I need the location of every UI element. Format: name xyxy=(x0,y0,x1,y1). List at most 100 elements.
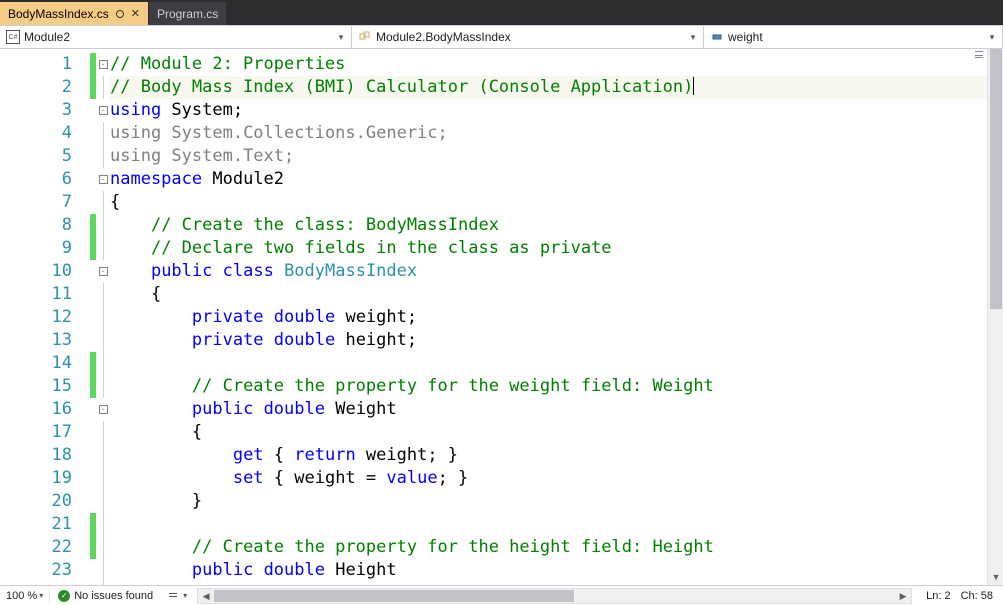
code-line[interactable]: { xyxy=(110,421,1003,444)
tab-inactive[interactable]: Program.cs xyxy=(148,2,226,25)
code-line[interactable]: private double height; xyxy=(110,329,1003,352)
fold-cell xyxy=(96,490,110,513)
line-number: 3 xyxy=(0,99,90,122)
code-line[interactable]: set { weight = value; } xyxy=(110,467,1003,490)
line-number: 7 xyxy=(0,191,90,214)
line-number: 21 xyxy=(0,513,90,536)
line-number: 2 xyxy=(0,76,90,99)
fold-cell xyxy=(96,237,110,260)
pin-icon[interactable] xyxy=(115,9,125,19)
line-number: 13 xyxy=(0,329,90,352)
code-line[interactable]: public class BodyMassIndex xyxy=(110,260,1003,283)
line-number: 17 xyxy=(0,421,90,444)
code-line[interactable]: { xyxy=(110,283,1003,306)
close-icon[interactable]: ✕ xyxy=(131,7,140,20)
zoom-dropdown[interactable]: 100 % ▾ xyxy=(0,590,50,602)
line-number: 14 xyxy=(0,352,90,375)
code-line[interactable]: // Create the property for the height fi… xyxy=(110,536,1003,559)
class-icon xyxy=(358,30,372,44)
line-number: 11 xyxy=(0,283,90,306)
line-number: 23 xyxy=(0,559,90,582)
navigation-bar: C# Module2 ▾ Module2.BodyMassIndex ▾ wei… xyxy=(0,25,1003,49)
code-line[interactable]: { xyxy=(110,191,1003,214)
settings-icon xyxy=(167,590,181,602)
line-number: 1 xyxy=(0,53,90,76)
fold-cell xyxy=(96,421,110,444)
fold-toggle-icon[interactable]: - xyxy=(99,106,108,115)
fold-cell[interactable]: - xyxy=(96,99,110,122)
fold-cell[interactable]: - xyxy=(96,53,110,76)
code-line[interactable]: using System.Text; xyxy=(110,145,1003,168)
nav-scope-dropdown[interactable]: C# Module2 ▾ xyxy=(0,26,352,48)
code-line[interactable]: ʃ xyxy=(110,582,1003,585)
line-number: 18 xyxy=(0,444,90,467)
project-icon: C# xyxy=(6,30,20,44)
fold-cell[interactable]: - xyxy=(96,168,110,191)
fold-toggle-icon[interactable]: - xyxy=(99,267,108,276)
chevron-down-icon: ▾ xyxy=(689,32,697,43)
line-number: 19 xyxy=(0,467,90,490)
fold-cell xyxy=(96,559,110,582)
field-icon xyxy=(710,30,724,44)
code-area[interactable]: // Module 2: Properties// Body Mass Inde… xyxy=(110,49,1003,585)
code-line[interactable]: get { return weight; } xyxy=(110,444,1003,467)
code-line[interactable]: // Create the class: BodyMassIndex xyxy=(110,214,1003,237)
code-line[interactable]: // Create the property for the weight fi… xyxy=(110,375,1003,398)
chevron-down-icon: ▾ xyxy=(988,32,996,43)
fold-toggle-icon[interactable]: - xyxy=(99,405,108,414)
split-handle-icon[interactable] xyxy=(973,49,987,61)
fold-cell xyxy=(96,444,110,467)
line-number: 10 xyxy=(0,260,90,283)
fold-cell xyxy=(96,306,110,329)
code-editor[interactable]: 123456789101112131415161718192021222324 … xyxy=(0,49,1003,585)
scroll-thumb[interactable] xyxy=(214,590,574,602)
code-line[interactable]: using System; xyxy=(110,99,1003,122)
code-line[interactable]: public double Height xyxy=(110,559,1003,582)
line-number: 4 xyxy=(0,122,90,145)
code-line[interactable]: // Body Mass Index (BMI) Calculator (Con… xyxy=(110,76,1003,99)
scroll-right-icon[interactable]: ▶ xyxy=(895,589,911,603)
caret-position: Ln: 2 Ch: 58 xyxy=(916,590,1003,602)
code-line[interactable] xyxy=(110,352,1003,375)
tab-label: BodyMassIndex.cs xyxy=(8,7,109,21)
line-number: 9 xyxy=(0,237,90,260)
vertical-scrollbar[interactable]: ▲ ▼ xyxy=(987,49,1003,585)
fold-cell xyxy=(96,352,110,375)
code-line[interactable]: private double weight; xyxy=(110,306,1003,329)
tab-active[interactable]: BodyMassIndex.cs ✕ xyxy=(0,2,148,25)
scroll-down-icon[interactable]: ▼ xyxy=(988,569,1003,585)
chevron-down-icon: ▾ xyxy=(337,32,345,43)
line-number: 12 xyxy=(0,306,90,329)
code-line[interactable]: using System.Collections.Generic; xyxy=(110,122,1003,145)
line-number: 22 xyxy=(0,536,90,559)
fold-cell xyxy=(96,214,110,237)
health-text: No issues found xyxy=(74,590,153,602)
text-caret xyxy=(693,77,694,95)
code-line[interactable]: // Module 2: Properties xyxy=(110,53,1003,76)
error-settings[interactable]: ▾ xyxy=(161,590,193,602)
fold-cell[interactable]: - xyxy=(96,398,110,421)
status-bar: 100 % ▾ ✓ No issues found ▾ ◀ ▶ Ln: 2 Ch… xyxy=(0,585,1003,605)
nav-type-dropdown[interactable]: Module2.BodyMassIndex ▾ xyxy=(352,26,704,48)
line-number: 16 xyxy=(0,398,90,421)
nav-member-dropdown[interactable]: weight ▾ xyxy=(704,26,1003,48)
line-number: 8 xyxy=(0,214,90,237)
fold-cell[interactable]: - xyxy=(96,260,110,283)
fold-toggle-icon[interactable]: - xyxy=(99,60,108,69)
horizontal-scrollbar[interactable]: ◀ ▶ xyxy=(197,588,912,604)
fold-toggle-icon[interactable]: - xyxy=(99,175,108,184)
fold-cell xyxy=(96,536,110,559)
health-indicator[interactable]: ✓ No issues found xyxy=(50,590,161,602)
code-line[interactable]: public double Weight xyxy=(110,398,1003,421)
scroll-thumb[interactable] xyxy=(990,49,1002,309)
nav-member-text: weight xyxy=(728,30,988,44)
zoom-value: 100 % xyxy=(6,590,37,602)
fold-cell xyxy=(96,375,110,398)
line-number: 15 xyxy=(0,375,90,398)
code-line[interactable] xyxy=(110,513,1003,536)
scroll-left-icon[interactable]: ◀ xyxy=(198,589,214,603)
code-line[interactable]: } xyxy=(110,490,1003,513)
code-line[interactable]: // Declare two fields in the class as pr… xyxy=(110,237,1003,260)
code-line[interactable]: namespace Module2 xyxy=(110,168,1003,191)
fold-cell xyxy=(96,467,110,490)
